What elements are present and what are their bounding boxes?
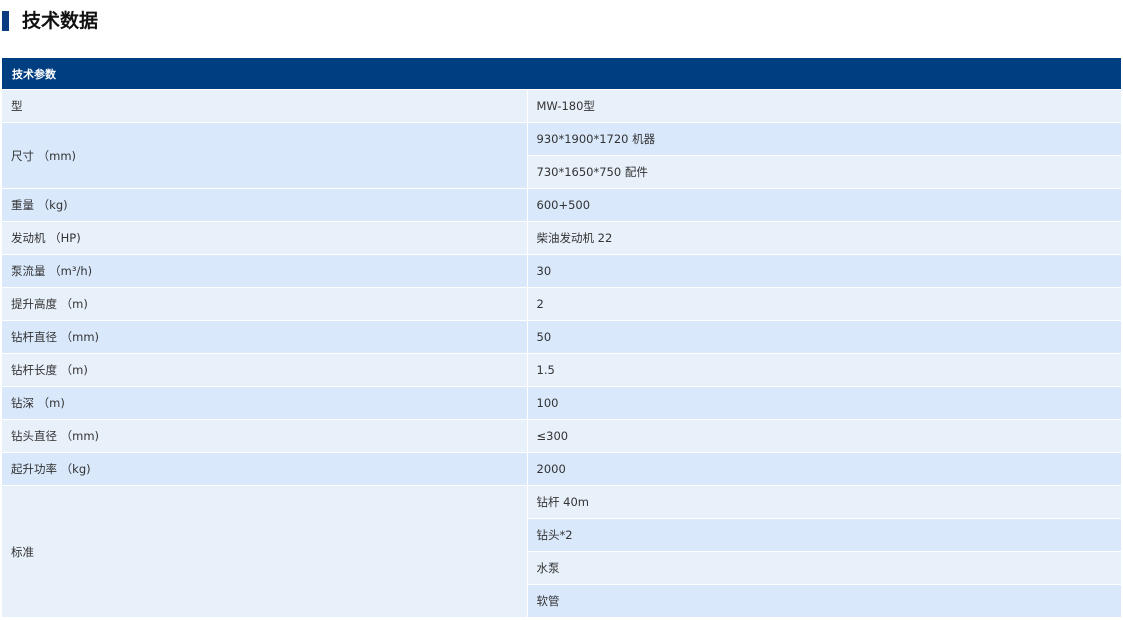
row-label: 钻深 （m): [2, 386, 528, 420]
row-value: ≤300: [527, 419, 1122, 453]
row-value: 钻头*2: [527, 518, 1122, 552]
table-row: 标准 钻杆 40m: [2, 485, 1122, 618]
table-row: 发动机 （HP) 柴油发动机 22: [2, 221, 1122, 255]
spec-table: 技术参数 型 MW-180型 尺寸 （mm) 930*1900*1720 机器 …: [2, 58, 1122, 618]
row-value: 软管: [527, 584, 1122, 618]
row-value: 30: [527, 254, 1122, 288]
table-row: 钻杆直径 （mm) 50: [2, 320, 1122, 354]
row-value: 930*1900*1720 机器: [527, 122, 1122, 156]
row-value: 600+500: [527, 188, 1122, 222]
row-label: 型: [2, 89, 528, 123]
table-row: 提升高度 （m) 2: [2, 287, 1122, 321]
row-value: 2: [527, 287, 1122, 321]
row-label: 钻杆长度 （m): [2, 353, 528, 387]
row-label: 泵流量 （m³/h): [2, 254, 528, 288]
row-label: 提升高度 （m): [2, 287, 528, 321]
table-row: 尺寸 （mm) 930*1900*1720 机器: [2, 122, 1122, 189]
row-value: 1.5: [527, 353, 1122, 387]
row-value: 柴油发动机 22: [527, 221, 1122, 255]
row-label: 标准: [2, 485, 528, 618]
row-value: 2000: [527, 452, 1122, 486]
spec-table-header-row: 技术参数: [2, 58, 1121, 90]
section-accent-bar: [2, 11, 9, 31]
row-value: 100: [527, 386, 1122, 420]
table-row: 重量 （kg) 600+500: [2, 188, 1122, 222]
row-value: 钻杆 40m: [527, 485, 1122, 519]
row-value: 50: [527, 320, 1122, 354]
table-row: 泵流量 （m³/h) 30: [2, 254, 1122, 288]
table-row: 钻杆长度 （m) 1.5: [2, 353, 1122, 387]
table-row: 钻深 （m) 100: [2, 386, 1122, 420]
row-label: 发动机 （HP): [2, 221, 528, 255]
row-label: 起升功率 （kg): [2, 452, 528, 486]
table-row: 型 MW-180型: [2, 89, 1122, 123]
row-value: 730*1650*750 配件: [527, 155, 1122, 189]
spec-table-header: 技术参数: [2, 58, 1121, 90]
row-label: 重量 （kg): [2, 188, 528, 222]
row-value: 水泵: [527, 551, 1122, 585]
section-title: 技术数据: [22, 10, 99, 32]
row-label: 钻杆直径 （mm): [2, 320, 528, 354]
row-label: 钻头直径 （mm): [2, 419, 528, 453]
row-value: MW-180型: [527, 89, 1122, 123]
section-header: 技术数据: [0, 0, 1123, 44]
table-row: 钻头直径 （mm) ≤300: [2, 419, 1122, 453]
table-row: 起升功率 （kg) 2000: [2, 452, 1122, 486]
row-label: 尺寸 （mm): [2, 122, 528, 189]
